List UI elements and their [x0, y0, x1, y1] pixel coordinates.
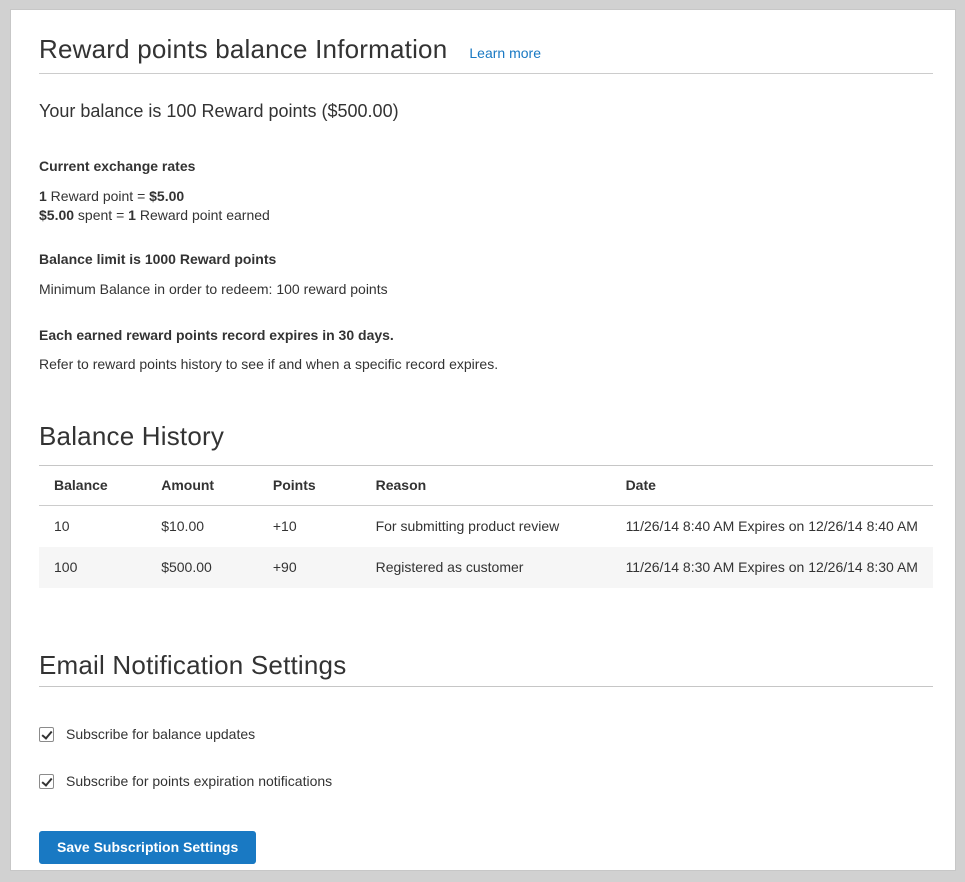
page-header: Reward points balance Information Learn …	[39, 32, 933, 74]
table-row: 10 $10.00 +10 For submitting product rev…	[39, 506, 933, 548]
balance-history-section: Balance History Balance Amount Points Re…	[39, 419, 933, 588]
cell-balance: 10	[39, 506, 146, 548]
balance-history-table: Balance Amount Points Reason Date 10 $10…	[39, 466, 933, 588]
balance-updates-checkbox[interactable]	[39, 727, 54, 742]
expiry-note: Refer to reward points history to see if…	[39, 356, 933, 373]
expiration-notifications-label[interactable]: Subscribe for points expiration notifica…	[66, 772, 332, 790]
cell-reason: For submitting product review	[361, 506, 611, 548]
column-header-reason: Reason	[361, 466, 611, 506]
rate-line-2: $5.00 spent = 1 Reward point earned	[39, 206, 933, 225]
rate2-text: spent =	[74, 207, 128, 223]
column-header-points: Points	[258, 466, 361, 506]
column-header-balance: Balance	[39, 466, 146, 506]
cell-points: +90	[258, 547, 361, 588]
cell-amount: $500.00	[146, 547, 258, 588]
column-header-date: Date	[611, 466, 933, 506]
table-header-row: Balance Amount Points Reason Date	[39, 466, 933, 506]
page-title: Reward points balance Information	[39, 32, 447, 66]
expiry-heading: Each earned reward points record expires…	[39, 327, 933, 344]
rate2-value: $5.00	[39, 207, 74, 223]
cell-balance: 100	[39, 547, 146, 588]
balance-summary: Your balance is 100 Reward points ($500.…	[39, 100, 933, 122]
exchange-rates-heading: Current exchange rates	[39, 158, 933, 175]
cell-reason: Registered as customer	[361, 547, 611, 588]
exchange-rates: 1 Reward point = $5.00 $5.00 spent = 1 R…	[39, 187, 933, 225]
email-notification-heading: Email Notification Settings	[39, 648, 933, 687]
table-row: 100 $500.00 +90 Registered as customer 1…	[39, 547, 933, 588]
column-header-amount: Amount	[146, 466, 258, 506]
balance-updates-option: Subscribe for balance updates	[39, 725, 933, 743]
rate-line-1: 1 Reward point = $5.00	[39, 187, 933, 206]
save-subscription-settings-button[interactable]: Save Subscription Settings	[39, 831, 256, 864]
rate1-text: Reward point =	[47, 188, 149, 204]
rate1-value: $5.00	[149, 188, 184, 204]
balance-history-heading: Balance History	[39, 419, 933, 466]
rate2-points: 1	[128, 207, 136, 223]
expiration-notifications-option: Subscribe for points expiration notifica…	[39, 772, 933, 790]
rate1-points: 1	[39, 188, 47, 204]
cell-date: 11/26/14 8:40 AM Expires on 12/26/14 8:4…	[611, 506, 933, 548]
min-balance-note: Minimum Balance in order to redeem: 100 …	[39, 281, 933, 298]
balance-updates-label[interactable]: Subscribe for balance updates	[66, 725, 255, 743]
reward-points-panel: Reward points balance Information Learn …	[10, 9, 956, 871]
email-notification-section: Email Notification Settings Subscribe fo…	[39, 648, 933, 864]
balance-limit-heading: Balance limit is 1000 Reward points	[39, 251, 933, 268]
expiration-notifications-checkbox[interactable]	[39, 774, 54, 789]
cell-amount: $10.00	[146, 506, 258, 548]
cell-points: +10	[258, 506, 361, 548]
rate2-tail: Reward point earned	[136, 207, 270, 223]
cell-date: 11/26/14 8:30 AM Expires on 12/26/14 8:3…	[611, 547, 933, 588]
learn-more-link[interactable]: Learn more	[469, 45, 541, 61]
